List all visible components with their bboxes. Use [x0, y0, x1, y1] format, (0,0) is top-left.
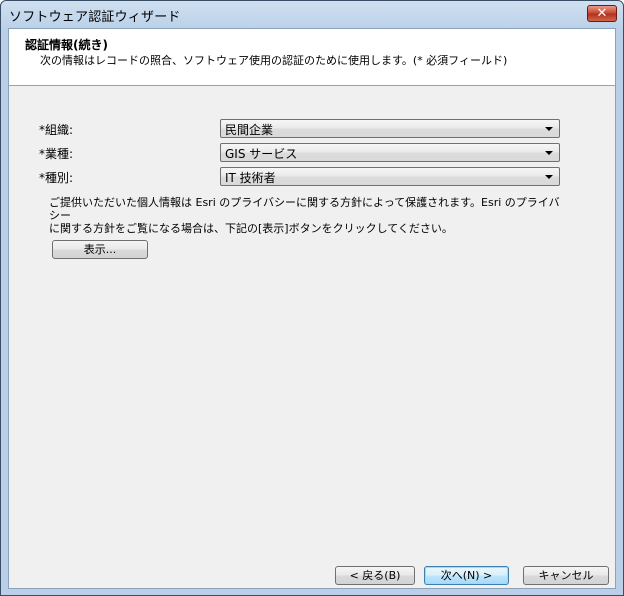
close-icon: ✕ — [596, 6, 608, 21]
privacy-notice-line: ご提供いただいた個人情報は Esri のプライバシーに関する方針によって保護され… — [49, 196, 560, 222]
industry-label: *業種: — [39, 147, 74, 161]
organization-label: *組織: — [39, 123, 74, 137]
close-button[interactable]: ✕ — [587, 5, 617, 22]
chevron-down-icon — [545, 127, 553, 131]
industry-value: GIS サービス — [225, 147, 298, 161]
industry-select[interactable]: GIS サービス — [220, 143, 560, 162]
title-bar[interactable]: ソフトウェア認証ウィザード ✕ — [1, 1, 623, 29]
next-button[interactable]: 次へ(N) > — [424, 566, 509, 585]
window-title: ソフトウェア認証ウィザード — [9, 10, 181, 25]
organization-select[interactable]: 民間企業 — [220, 119, 560, 138]
page-title: 認証情報(続き) — [25, 38, 108, 52]
organization-value: 民間企業 — [225, 123, 274, 137]
cancel-button[interactable]: キャンセル — [523, 566, 609, 585]
page-subtitle: 次の情報はレコードの照合、ソフトウェア使用の認証のために使用します。(* 必須フ… — [40, 54, 508, 67]
role-label: *種別: — [39, 171, 74, 185]
chevron-down-icon — [545, 175, 553, 179]
wizard-window: ソフトウェア認証ウィザード ✕ 認証情報(続き) 次の情報はレコードの照合、ソフ… — [0, 0, 624, 596]
privacy-notice-line: に関する方針をご覧になる場合は、下記の[表示]ボタンをクリックしてください。 — [49, 222, 453, 235]
chevron-down-icon — [545, 151, 553, 155]
back-button[interactable]: < 戻る(B) — [335, 566, 415, 585]
role-select[interactable]: IT 技術者 — [220, 167, 560, 186]
wizard-header: 認証情報(続き) 次の情報はレコードの照合、ソフトウェア使用の認証のために使用し… — [9, 29, 615, 86]
dialog-body: 認証情報(続き) 次の情報はレコードの照合、ソフトウェア使用の認証のために使用し… — [8, 28, 616, 589]
view-privacy-button[interactable]: 表示... — [52, 240, 148, 259]
privacy-notice: ご提供いただいた個人情報は Esri のプライバシーに関する方針によって保護され… — [49, 196, 569, 235]
role-value: IT 技術者 — [225, 171, 276, 185]
